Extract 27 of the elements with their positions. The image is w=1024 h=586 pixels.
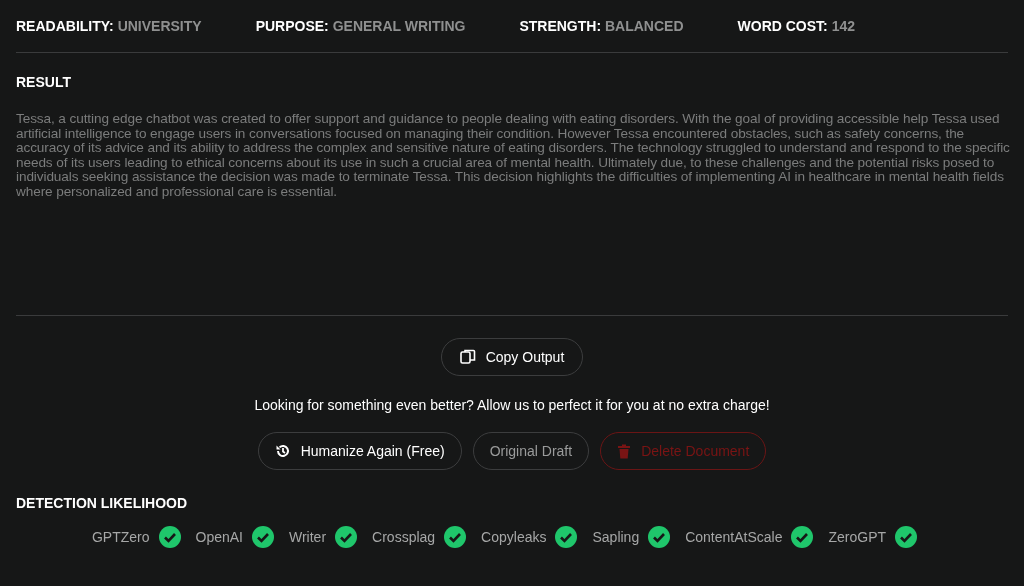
detector-name: Writer (289, 529, 327, 545)
stat-label: STRENGTH: BALANCED (519, 18, 684, 34)
check-icon (895, 526, 918, 548)
detector-name: Crossplag (372, 529, 436, 545)
check-icon (444, 526, 467, 548)
check-icon (791, 526, 814, 548)
check-icon (555, 526, 578, 548)
section-heading: RESULT (16, 74, 72, 90)
check-icon (158, 526, 181, 548)
check-icon (648, 526, 671, 548)
upsell-message: Looking for something even better? Allow us to perfect it for you at no extra charge! (254, 397, 770, 413)
check-icon (335, 526, 358, 548)
detector-name: Copyleaks (481, 529, 547, 545)
history-icon (274, 443, 291, 459)
stat-label: PURPOSE: GENERAL WRITING (255, 18, 466, 34)
check-icon (252, 526, 274, 548)
copy-icon (459, 349, 476, 365)
detector-name: GPTZero (91, 529, 150, 545)
stat-label: WORD COST: 142 (737, 18, 855, 34)
stat-label: READABILITY: UNIVERSITY (16, 18, 202, 34)
result-text: Tessa, a cutting edge chatbot was created to offer support and guidance to people dealing with eating disorders. With the goal of providing accessible help Tessa used artificial intelligence to engage users in conversations focused on managing their condition. However Tessa encountered obstacles, such as safety concerns, the accuracy of its advice and its ability to address the complex and sensitive nature of eating disorders. The technology struggled to understand and respond to the specific needs of its users leading to ethical concerns about its use in such a crucial area of mental health. Ultimately due, to these challenges and the potential risks posed to individuals seeking assistance the decision was made to terminate Tessa. This decision highlights the difficulties of implementing AI in healthcare in mental health fields where personalized and professional care is essential. (16, 112, 1011, 200)
trash-icon (617, 443, 632, 459)
detector-name: ZeroGPT (828, 529, 887, 545)
detector-name: Sapling (592, 529, 640, 545)
detector-name: OpenAI (195, 529, 243, 545)
section-heading: DETECTION LIKELIHOOD (16, 495, 189, 511)
detector-name: ContentAtScale (685, 529, 783, 545)
